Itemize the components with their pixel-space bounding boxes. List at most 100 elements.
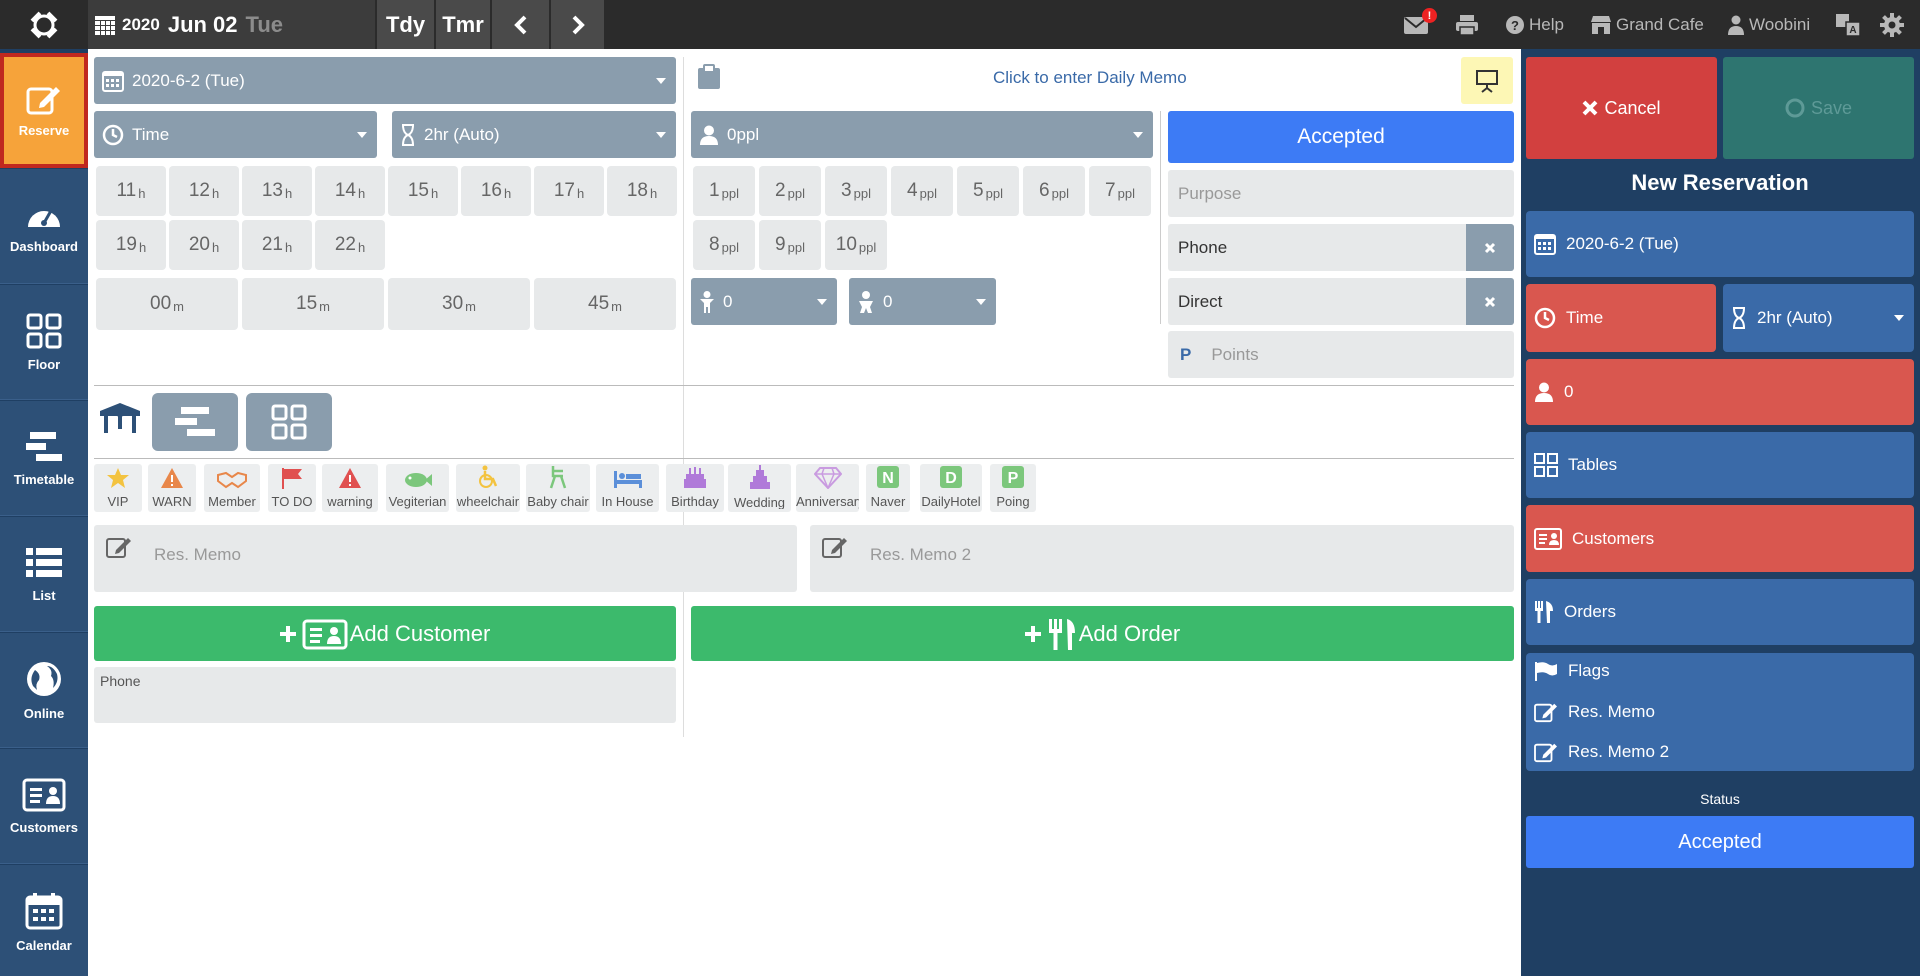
flag-vegiterian[interactable]: Vegiterian — [386, 464, 449, 512]
table-view-toggle[interactable] — [96, 393, 144, 441]
source-phone-field[interactable]: Phone — [1168, 224, 1514, 271]
panel-duration-row[interactable]: 2hr (Auto) — [1723, 284, 1914, 352]
customer-phone-field[interactable]: Phone — [94, 667, 676, 723]
flag-anniversary[interactable]: Anniversary — [796, 464, 859, 512]
clipboard-icon[interactable] — [697, 64, 721, 95]
status-button[interactable]: Accepted — [1168, 111, 1514, 163]
source-direct-field[interactable]: Direct — [1168, 278, 1514, 325]
daily-memo-link[interactable]: Click to enter Daily Memo — [993, 68, 1187, 88]
people-pill-2[interactable]: 2 ppl — [759, 166, 821, 216]
people-pill-5[interactable]: 5 ppl — [957, 166, 1019, 216]
flag-wheelchair[interactable]: wheelchair — [456, 464, 520, 512]
flag-in-house[interactable]: In House — [596, 464, 659, 512]
baby-count-select[interactable]: 0 — [849, 278, 996, 325]
res-memo-2-input[interactable]: Res. Memo 2 — [810, 525, 1514, 592]
save-button[interactable]: Save — [1723, 57, 1914, 159]
panel-orders-row[interactable]: Orders — [1526, 579, 1914, 645]
hour-pill-20[interactable]: 20 h — [169, 220, 239, 270]
settings-button[interactable] — [1880, 0, 1908, 49]
people-pill-8[interactable]: 8 ppl — [693, 220, 755, 270]
hour-pill-17[interactable]: 17 h — [534, 166, 604, 216]
hour-pill-12[interactable]: 12 h — [169, 166, 239, 216]
panel-date-row[interactable]: 2020-6-2 (Tue) — [1526, 211, 1914, 277]
presentation-button[interactable] — [1461, 57, 1513, 104]
language-button[interactable]: A — [1835, 0, 1865, 49]
contact-card-icon — [1534, 527, 1562, 550]
people-pill-1[interactable]: 1 ppl — [693, 166, 755, 216]
child-count-select[interactable]: 0 — [691, 278, 837, 325]
hour-pill-22[interactable]: 22 h — [315, 220, 385, 270]
hour-pill-11[interactable]: 11 h — [96, 166, 166, 216]
hour-pill-19[interactable]: 19 h — [96, 220, 166, 270]
flag-birthday[interactable]: Birthday — [666, 464, 724, 512]
panel-memo-2-row[interactable]: Res. Memo 2 — [1534, 741, 1669, 763]
clear-phone-button[interactable] — [1466, 224, 1514, 271]
next-day-button[interactable] — [550, 0, 604, 49]
sidebar-item-dashboard[interactable]: Dashboard — [0, 169, 88, 284]
panel-time-row[interactable]: Time — [1526, 284, 1716, 352]
flag-member[interactable]: Member — [204, 464, 260, 512]
flag-poing[interactable]: P Poing — [990, 464, 1036, 512]
user-menu[interactable]: Woobini — [1727, 0, 1810, 49]
flag-naver[interactable]: N Naver — [866, 464, 910, 512]
flag-baby-chair[interactable]: Baby chair — [526, 464, 590, 512]
people-pill-4[interactable]: 4 ppl — [891, 166, 953, 216]
date-select[interactable]: 2020-6-2 (Tue) — [94, 57, 676, 104]
points-input[interactable]: P Points — [1168, 331, 1514, 378]
hour-pill-13[interactable]: 13 h — [242, 166, 312, 216]
timetable-view-toggle[interactable] — [152, 393, 238, 451]
floor-view-toggle[interactable] — [246, 393, 332, 451]
hour-pill-21-value: 21 — [261, 234, 283, 255]
today-button[interactable]: Tdy — [376, 0, 434, 49]
previous-day-button[interactable] — [491, 0, 549, 49]
store-selector[interactable]: Grand Cafe — [1590, 0, 1704, 49]
people-pill-7[interactable]: 7 ppl — [1089, 166, 1151, 216]
duration-select[interactable]: 2hr (Auto) — [392, 111, 676, 158]
flag-vip[interactable]: VIP — [94, 464, 142, 512]
sidebar-item-calendar[interactable]: Calendar — [0, 865, 88, 976]
minute-pill-30[interactable]: 30 m — [388, 278, 530, 330]
hour-pill-18[interactable]: 18 h — [607, 166, 677, 216]
panel-status-button[interactable]: Accepted — [1526, 816, 1914, 868]
flag-dailyhotel[interactable]: D DailyHotel — [920, 464, 982, 512]
sidebar-item-reserve[interactable]: Reserve — [0, 53, 88, 168]
minute-pill-15[interactable]: 15 m — [242, 278, 384, 330]
hour-pill-15[interactable]: 15 h — [388, 166, 458, 216]
people-pill-3[interactable]: 3 ppl — [825, 166, 887, 216]
sidebar-item-timetable[interactable]: Timetable — [0, 401, 88, 516]
people-pill-10[interactable]: 10 ppl — [825, 220, 887, 270]
panel-people-row[interactable]: 0 — [1526, 359, 1914, 425]
panel-customers-row[interactable]: Customers — [1526, 505, 1914, 572]
res-memo-input[interactable]: Res. Memo — [94, 525, 797, 592]
flag-to-do[interactable]: TO DO — [268, 464, 316, 512]
flag-warning[interactable]: warning — [322, 464, 378, 512]
time-select[interactable]: Time — [94, 111, 377, 158]
panel-flags-row[interactable]: Flags — [1534, 661, 1610, 681]
print-button[interactable] — [1455, 0, 1483, 49]
hour-pill-21[interactable]: 21 h — [242, 220, 312, 270]
add-order-button[interactable]: Add Order — [691, 606, 1514, 661]
flag-warn[interactable]: WARN — [148, 464, 196, 512]
help-button[interactable]: ? Help — [1505, 0, 1564, 49]
cancel-button[interactable]: Cancel — [1526, 57, 1717, 159]
people-select[interactable]: 0ppl — [691, 111, 1153, 158]
panel-tables-row[interactable]: Tables — [1526, 432, 1914, 498]
people-pill-9[interactable]: 9 ppl — [759, 220, 821, 270]
minute-pill-45[interactable]: 45 m — [534, 278, 676, 330]
app-logo-icon[interactable] — [0, 0, 88, 49]
purpose-input[interactable]: Purpose — [1168, 170, 1514, 217]
minute-pill-00[interactable]: 00 m — [96, 278, 238, 330]
date-picker[interactable]: 2020 Jun 02 Tue — [88, 0, 375, 49]
sidebar-item-list[interactable]: List — [0, 517, 88, 632]
hour-pill-14[interactable]: 14 h — [315, 166, 385, 216]
people-pill-6[interactable]: 6 ppl — [1023, 166, 1085, 216]
hour-pill-16[interactable]: 16 h — [461, 166, 531, 216]
flag-wedding[interactable]: Wedding — [728, 464, 791, 512]
clear-direct-button[interactable] — [1466, 278, 1514, 325]
sidebar-item-customers[interactable]: Customers — [0, 749, 88, 864]
sidebar-item-online[interactable]: Online — [0, 633, 88, 748]
sidebar-item-floor[interactable]: Floor — [0, 285, 88, 400]
add-customer-button[interactable]: Add Customer — [94, 606, 676, 661]
panel-memo-row[interactable]: Res. Memo — [1534, 701, 1655, 723]
tomorrow-button[interactable]: Tmr — [435, 0, 490, 49]
